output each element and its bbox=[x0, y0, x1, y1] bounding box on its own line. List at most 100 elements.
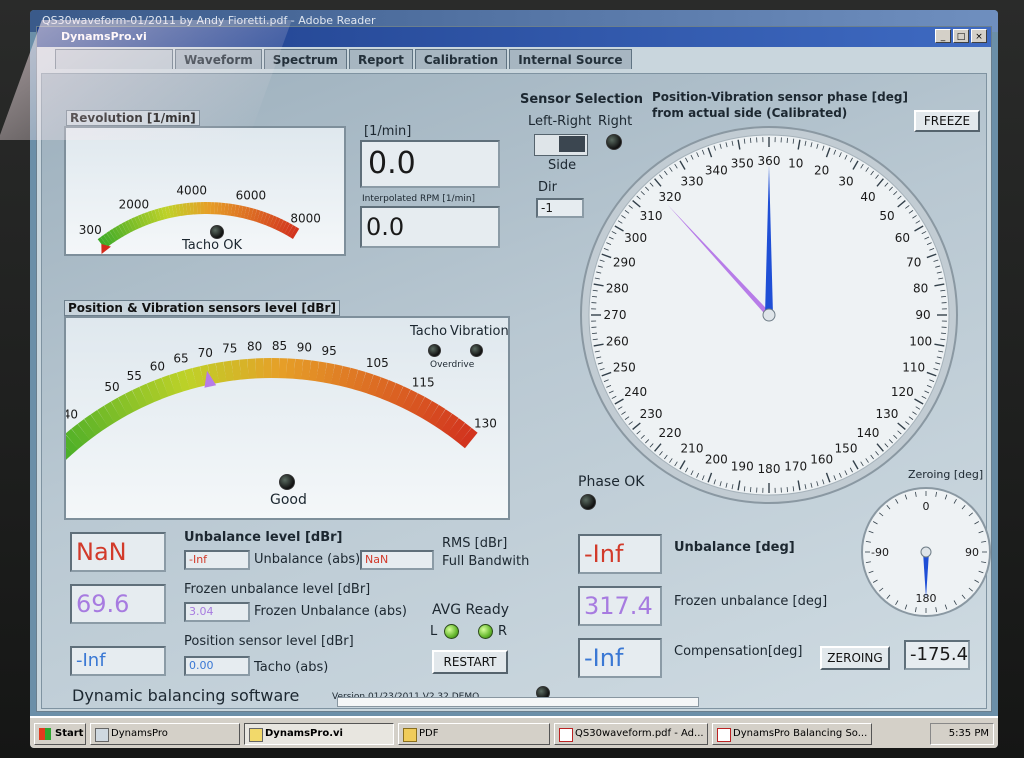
level-gauge-color-band bbox=[90, 409, 109, 431]
phase-ok-led bbox=[580, 494, 596, 510]
minimize-button[interactable]: _ bbox=[935, 29, 951, 43]
level-gauge-color-band bbox=[421, 400, 439, 422]
revolution-gauge-color-band bbox=[253, 209, 261, 223]
interpolated-rpm-readout: 0.0 bbox=[360, 206, 500, 248]
revolution-gauge-color-band bbox=[175, 204, 181, 217]
close-button[interactable]: × bbox=[971, 29, 987, 43]
phase-ok-label: Phase OK bbox=[578, 474, 645, 490]
level-gauge-color-band bbox=[408, 393, 425, 415]
phase-dial-tick-label: 80 bbox=[913, 281, 928, 295]
phase-dial-tick-label: 180 bbox=[758, 462, 781, 476]
compensation-label: Compensation[deg] bbox=[674, 644, 803, 659]
level-gauge-color-band bbox=[231, 359, 242, 381]
level-gauge-color-band bbox=[110, 397, 128, 419]
revolution-gauge-color-band bbox=[266, 214, 274, 227]
revolution-gauge: 300 2000 4000 6000 8000 Tacho OK bbox=[64, 126, 346, 256]
level-gauge-color-band bbox=[359, 372, 374, 394]
tab-calibration[interactable]: Calibration bbox=[414, 49, 508, 69]
phase-dial-tick-label: 160 bbox=[810, 453, 833, 467]
unbalance-level-readout: NaN bbox=[70, 532, 166, 572]
rms-label: RMS [dBr] bbox=[442, 536, 508, 551]
revolution-gauge-color-band bbox=[240, 205, 247, 219]
labview-icon bbox=[249, 728, 263, 742]
revolution-gauge-color-band bbox=[109, 229, 119, 242]
tab-spectrum[interactable]: Spectrum bbox=[263, 49, 347, 69]
level-gauge: 304050556065707580859095105115130 Tacho … bbox=[64, 316, 510, 520]
taskbar-item-dynamspro[interactable]: DynamsPro bbox=[90, 723, 240, 745]
phase-dial-tick-label: 120 bbox=[891, 385, 914, 399]
revolution-gauge-color-band bbox=[151, 209, 159, 223]
frozen-deg-value: 317.4 bbox=[584, 592, 653, 620]
taskbar-item-dynamspro-vi[interactable]: DynamsPro.vi bbox=[244, 723, 394, 745]
level-gauge-color-band bbox=[132, 386, 148, 409]
taskbar-item-label: PDF bbox=[419, 728, 439, 739]
compensation-readout: -Inf bbox=[578, 638, 662, 678]
tab-main[interactable] bbox=[55, 49, 173, 69]
unbalance-abs-value: -Inf bbox=[189, 553, 208, 566]
tab-internal-source[interactable]: Internal Source bbox=[509, 49, 632, 69]
zeroing-dial-tick-label: 90 bbox=[965, 546, 979, 559]
zeroing-dial-tick-label: -90 bbox=[871, 546, 889, 559]
revolution-gauge-color-band bbox=[161, 206, 168, 220]
tacho-abs-readout: 0.00 bbox=[184, 656, 250, 676]
revolution-gauge-color-band bbox=[100, 235, 111, 247]
phase-dial-tick-label: 20 bbox=[814, 163, 829, 177]
revolution-gauge-color-band bbox=[272, 217, 281, 230]
revolution-gauge-color-band bbox=[168, 205, 175, 218]
phase-dial-tick bbox=[786, 487, 789, 493]
level-gauge-color-band bbox=[207, 363, 220, 385]
rms-readout: NaN bbox=[360, 550, 434, 570]
start-label: Start bbox=[55, 728, 84, 739]
restart-button[interactable]: RESTART bbox=[432, 650, 508, 674]
pdf-icon bbox=[717, 728, 731, 742]
frozen-abs-value: 3.04 bbox=[189, 605, 214, 618]
level-gauge-color-band bbox=[301, 359, 312, 381]
level-gauge-color-band bbox=[458, 427, 478, 449]
maximize-button[interactable]: □ bbox=[953, 29, 969, 43]
taskbar-item-pdf-folder[interactable]: PDF bbox=[398, 723, 550, 745]
tacho-abs-label: Tacho (abs) bbox=[254, 660, 329, 675]
position-sensor-readout: -Inf bbox=[70, 646, 166, 676]
phase-dial-tick-label: 70 bbox=[906, 255, 921, 269]
good-led bbox=[279, 474, 295, 490]
level-gauge-color-band bbox=[139, 383, 155, 406]
level-gauge-color-band bbox=[117, 393, 135, 416]
level-gauge-color-band bbox=[352, 369, 366, 392]
zeroing-button[interactable]: ZEROING bbox=[820, 646, 890, 670]
revolution-gauge-color-band bbox=[154, 208, 162, 222]
frozen-deg-label: Frozen unbalance [deg] bbox=[674, 594, 828, 609]
avg-ready-l-led bbox=[444, 624, 459, 639]
level-gauge-color-band bbox=[125, 390, 141, 412]
level-gauge-tick-label: 105 bbox=[366, 356, 389, 370]
phase-dial-tick-label: 320 bbox=[659, 190, 682, 204]
taskbar-item-balancing[interactable]: DynamsPro Balancing So... bbox=[712, 723, 872, 745]
taskbar-item-label: DynamsPro Balancing So... bbox=[733, 728, 868, 739]
level-gauge-color-band bbox=[401, 389, 418, 411]
level-gauge-color-band bbox=[330, 364, 343, 386]
revolution-gauge-color-band bbox=[164, 206, 172, 219]
level-gauge-color-band bbox=[104, 401, 122, 423]
revolution-gauge-color-band bbox=[243, 206, 251, 220]
tab-report[interactable]: Report bbox=[348, 49, 413, 69]
level-gauge-color-band bbox=[428, 404, 446, 426]
avg-r-label: R bbox=[498, 624, 508, 639]
start-button[interactable]: Start bbox=[34, 723, 86, 745]
taskbar-item-pdf-reader[interactable]: QS30waveform.pdf - Ad... bbox=[554, 723, 708, 745]
side-label: Side bbox=[548, 158, 577, 173]
phase-dial-tick-label: 300 bbox=[624, 231, 647, 245]
phase-dial-tick-label: 90 bbox=[915, 308, 930, 322]
tab-waveform[interactable]: Waveform bbox=[175, 49, 262, 69]
frozen-abs-readout: 3.04 bbox=[184, 602, 250, 622]
revolution-gauge-tick-label: 6000 bbox=[236, 188, 267, 202]
phase-dial-tick-label: 350 bbox=[731, 156, 754, 170]
phase-dial-tick-label: 310 bbox=[640, 209, 663, 223]
frozen-unbalance-value: 69.6 bbox=[76, 590, 130, 618]
tacho-ok-led bbox=[210, 225, 224, 239]
revolution-gauge-color-band bbox=[121, 221, 131, 235]
horizontal-scrollbar[interactable] bbox=[337, 697, 699, 707]
taskbar: Start DynamsPro DynamsPro.vi PDF QS30wav… bbox=[30, 716, 998, 748]
monitor-bezel: QS30waveform-01/2011 by Andy Fioretti.pd… bbox=[0, 0, 1024, 758]
level-gauge-color-band bbox=[415, 396, 432, 419]
revolution-gauge-color-band bbox=[158, 207, 165, 221]
level-gauge-color-band bbox=[239, 358, 249, 380]
